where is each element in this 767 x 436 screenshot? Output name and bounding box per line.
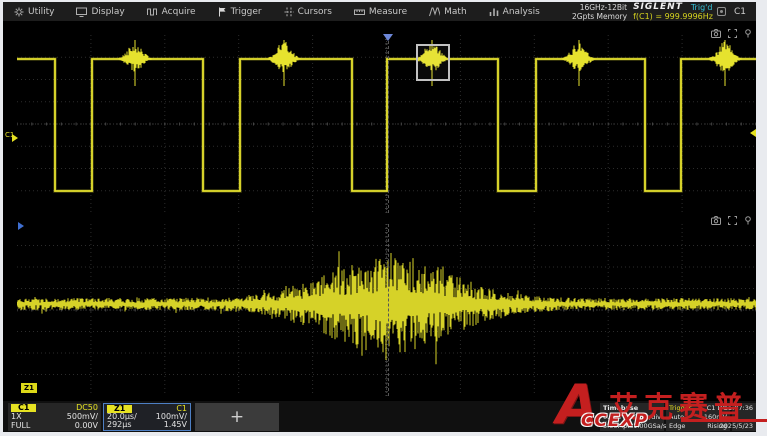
menu-utility-label: Utility [28, 7, 54, 17]
trigger-type: Edge [669, 422, 685, 430]
status-icon[interactable] [717, 7, 726, 16]
c1-badge: C1 [11, 404, 36, 412]
menu-utility[interactable]: Utility [3, 2, 65, 21]
clock-time: 11:07:36 [724, 404, 753, 412]
menu-display[interactable]: Display [65, 2, 135, 21]
display-icon [76, 7, 87, 17]
timebase-points: 5.00Mpts [603, 422, 633, 430]
memory-label: 2Gpts Memory [572, 12, 627, 21]
main-waveform-window[interactable]: C1 [3, 21, 756, 218]
trigger-state-badge: Trig'd [691, 3, 713, 12]
trigger-level-marker[interactable] [750, 129, 756, 137]
trigger-level: 160mV [704, 413, 727, 421]
zoom-offset-marker[interactable] [18, 222, 24, 230]
frequency-readout: f(C1) = 999.9996Hz [633, 12, 713, 21]
menu-bar: Utility Display Acquire Trigger Cursors … [3, 2, 756, 21]
brand-trigger-block: SIGLENT Trig'd f(C1) = 999.9996Hz [633, 3, 713, 21]
timebase-delay: 0.00s [603, 413, 621, 421]
c1-offset: 0.00V [75, 422, 98, 430]
plus-icon: + [230, 407, 244, 427]
siglent-logo: SIGLENT [633, 3, 683, 12]
oscilloscope-screen: Utility Display Acquire Trigger Cursors … [0, 0, 767, 436]
z1-delay: 292μs [107, 421, 132, 429]
timebase-samplerate: 1.00GSa/s [633, 422, 666, 430]
menu-cursors[interactable]: Cursors [273, 2, 343, 21]
zoom-selection-box[interactable] [416, 44, 450, 81]
menu-math[interactable]: Math [418, 2, 478, 21]
menu-cursors-label: Cursors [298, 7, 332, 17]
clock-date: 2025/5/23 [720, 422, 753, 430]
acquire-icon [147, 7, 158, 17]
timebase-scale: 500μs/div [629, 413, 661, 421]
trigger-flag-icon [218, 7, 227, 17]
menu-measure-label: Measure [369, 7, 407, 17]
zoom-grid-and-trace [17, 224, 756, 396]
add-channel-button[interactable]: + [195, 403, 279, 431]
descriptor-bar: C1 DC50 1X 500mV/ FULL 0.00V Z1 C1 [3, 401, 756, 432]
timebase-label: Timebase [603, 404, 638, 412]
active-channel-label: C1 [734, 7, 746, 17]
timebase-descriptor-box[interactable]: Timebase 0.00s 500μs/div 5.00Mpts 1.00GS… [600, 403, 664, 431]
menu-trigger-label: Trigger [231, 7, 262, 17]
channel1-descriptor-box[interactable]: C1 DC50 1X 500mV/ FULL 0.00V [8, 403, 101, 431]
bandwidth-label: 16GHz-12Bit [580, 3, 627, 12]
cursors-icon [284, 7, 294, 17]
menu-display-label: Display [91, 7, 124, 17]
c1-bandwidth-limit: FULL [11, 422, 30, 430]
menu-measure[interactable]: Measure [343, 2, 418, 21]
main-grid-and-trace [17, 35, 756, 213]
menu-analysis-label: Analysis [503, 7, 540, 17]
analysis-icon [489, 7, 499, 17]
zoom-window-tab[interactable]: Z1 [21, 383, 37, 393]
c1-coupling: DC50 [76, 404, 98, 412]
menu-trigger[interactable]: Trigger [207, 2, 273, 21]
zoom-waveform-window[interactable]: Z1 [3, 218, 756, 401]
trigger-position-line [388, 41, 389, 213]
c1-scale: 500mV/ [67, 413, 98, 421]
zoom-center-line [388, 224, 389, 396]
scope-ui: Utility Display Acquire Trigger Cursors … [3, 2, 756, 432]
trigger-mode: Auto [669, 413, 684, 421]
menu-acquire-label: Acquire [162, 7, 196, 17]
menu-analysis[interactable]: Analysis [478, 2, 551, 21]
clock-box: 11:07:36 2025/5/23 [732, 403, 756, 431]
acquisition-status: 16GHz-12Bit 2Gpts Memory [572, 3, 627, 21]
c1-probe: 1X [11, 413, 22, 421]
channel-offset-arrow-icon [12, 134, 18, 142]
zoom-descriptor-box[interactable]: Z1 C1 20.0μs/ 100mV/ 292μs 1.45V [103, 403, 191, 431]
trigger-label: Trigger [669, 404, 691, 412]
measure-icon [354, 7, 365, 17]
trigger-position-marker[interactable] [383, 34, 393, 41]
gear-icon [14, 7, 24, 17]
menu-math-label: Math [444, 7, 467, 17]
z1-voffset: 1.45V [164, 421, 187, 429]
menu-acquire[interactable]: Acquire [136, 2, 207, 21]
math-icon [429, 7, 440, 17]
